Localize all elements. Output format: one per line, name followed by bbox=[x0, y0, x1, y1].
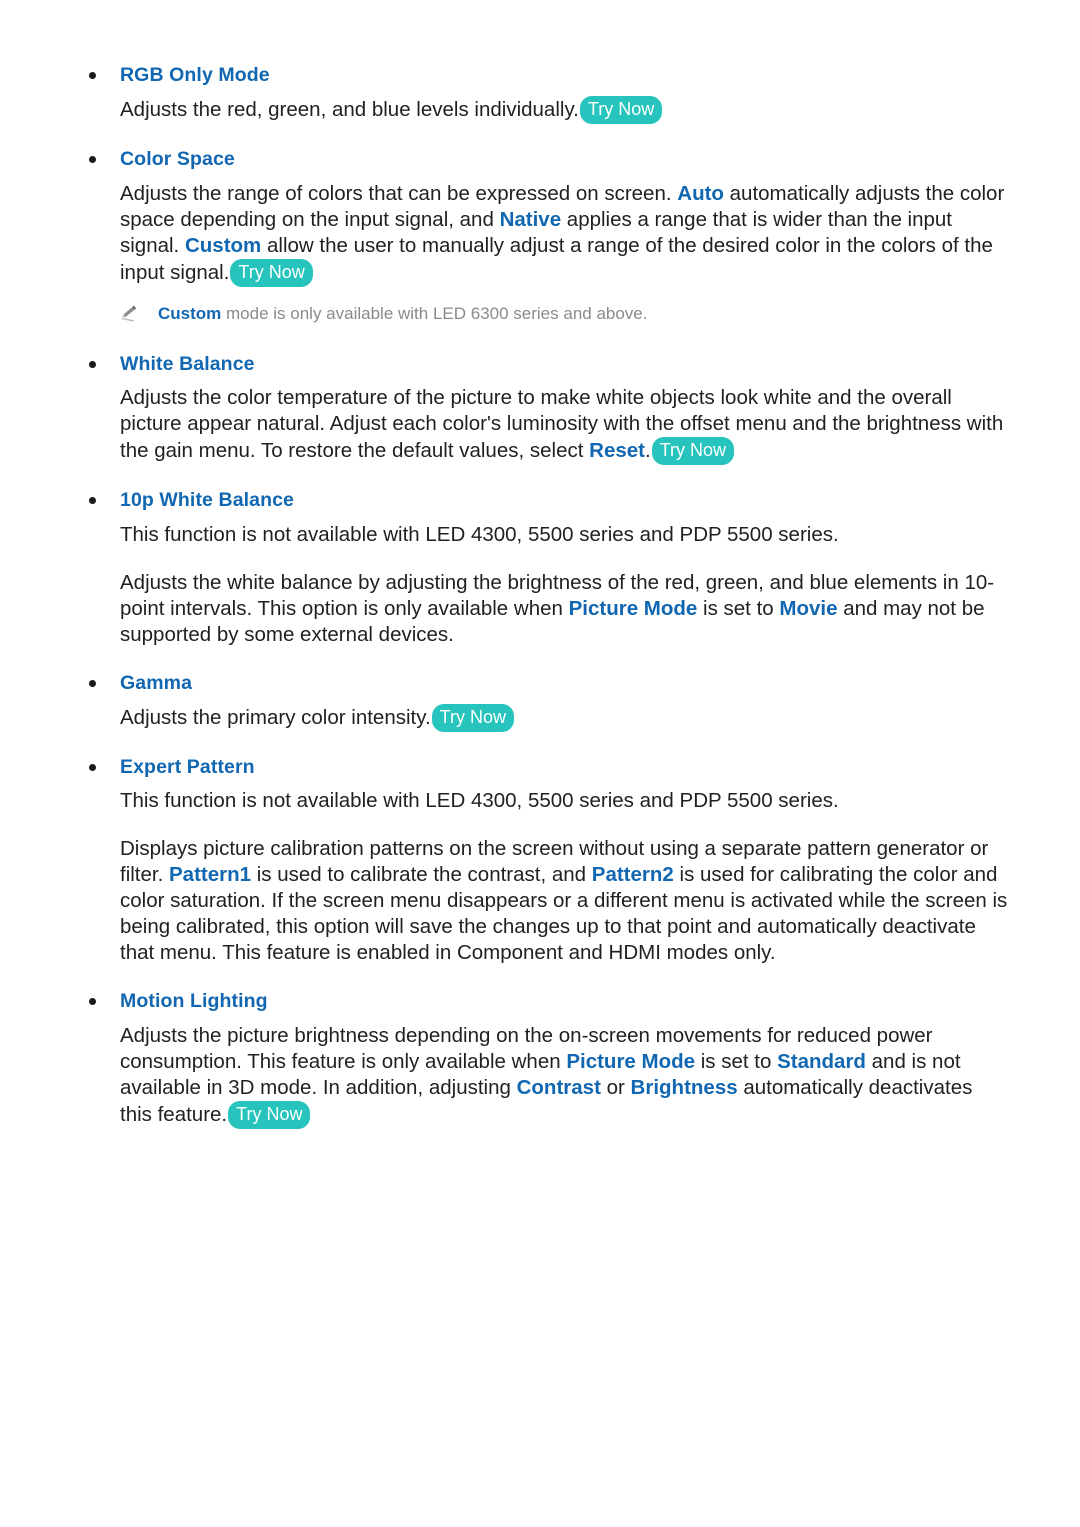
term-pattern2: Pattern2 bbox=[591, 863, 674, 887]
heading-gamma: Gamma bbox=[80, 670, 1008, 696]
try-now-badge[interactable]: Try Now bbox=[431, 703, 514, 732]
heading-text: 10p White Balance bbox=[120, 489, 295, 512]
paragraph-text-part: is set to bbox=[703, 596, 774, 620]
bullet-dot-icon bbox=[89, 360, 96, 368]
paragraph-text: Adjusts the red, green, and blue levels … bbox=[120, 98, 579, 122]
heading-text: Expert Pattern bbox=[120, 755, 255, 778]
heading-color-space: Color Space bbox=[80, 146, 1008, 172]
bullet-dot-icon bbox=[89, 156, 96, 164]
paragraph-text: Adjusts the primary color intensity. bbox=[120, 705, 431, 729]
bullet-dot-icon bbox=[89, 998, 96, 1006]
heading-expert-pattern: Expert Pattern bbox=[80, 754, 1008, 780]
paragraph-white-balance: Adjusts the color temperature of the pic… bbox=[80, 385, 1008, 466]
term-auto: Auto bbox=[677, 181, 724, 205]
heading-text: White Balance bbox=[120, 352, 255, 375]
bullet-dot-icon bbox=[89, 763, 96, 771]
heading-motion-lighting: Motion Lighting bbox=[80, 988, 1008, 1014]
section-rgb-only-mode: RGB Only Mode Adjusts the red, green, an… bbox=[80, 62, 1008, 125]
section-color-space: Color Space Adjusts the range of colors … bbox=[80, 146, 1008, 325]
term-brightness: Brightness bbox=[630, 1075, 738, 1099]
paragraph-rgb-only-mode: Adjusts the red, green, and blue levels … bbox=[80, 96, 1008, 125]
paragraph-text-part: is used to calibrate the contrast, and bbox=[256, 863, 587, 887]
pencil-icon bbox=[121, 305, 137, 322]
paragraph-text-part: Adjusts the color temperature of the pic… bbox=[120, 386, 1004, 463]
try-now-badge[interactable]: Try Now bbox=[579, 96, 663, 125]
heading-10p-white-balance: 10p White Balance bbox=[80, 487, 1008, 513]
note-color-space: Custom mode is only available with LED 6… bbox=[80, 303, 1008, 325]
paragraph-color-space: Adjusts the range of colors that can be … bbox=[80, 181, 1008, 287]
heading-text: Gamma bbox=[120, 671, 193, 694]
term-standard: Standard bbox=[777, 1049, 866, 1073]
term-native: Native bbox=[499, 207, 562, 231]
heading-text: Color Space bbox=[120, 148, 235, 171]
term-picture-mode: Picture Mode bbox=[568, 596, 698, 620]
paragraph-motion-lighting: Adjusts the picture brightness depending… bbox=[80, 1023, 1008, 1129]
term-movie: Movie bbox=[779, 596, 838, 620]
heading-rgb-only-mode: RGB Only Mode bbox=[80, 62, 1008, 88]
note-text: mode is only available with LED 6300 ser… bbox=[226, 303, 648, 323]
manual-page: RGB Only Mode Adjusts the red, green, an… bbox=[0, 0, 1080, 1527]
paragraph-text-part: . bbox=[644, 439, 651, 463]
term-picture-mode: Picture Mode bbox=[566, 1049, 696, 1073]
section-white-balance: White Balance Adjusts the color temperat… bbox=[80, 351, 1008, 466]
heading-white-balance: White Balance bbox=[80, 351, 1008, 377]
try-now-badge[interactable]: Try Now bbox=[230, 258, 313, 287]
section-motion-lighting: Motion Lighting Adjusts the picture brig… bbox=[80, 988, 1008, 1129]
term-contrast: Contrast bbox=[516, 1075, 601, 1099]
heading-text: Motion Lighting bbox=[120, 990, 268, 1013]
try-now-badge[interactable]: Try Now bbox=[228, 1100, 311, 1129]
paragraph-gamma: Adjusts the primary color intensity. Try … bbox=[80, 703, 1008, 732]
bullet-dot-icon bbox=[89, 72, 96, 79]
bullet-dot-icon bbox=[89, 497, 96, 505]
term-custom: Custom bbox=[184, 233, 262, 257]
paragraph-10p-availability: This function is not available with LED … bbox=[120, 522, 839, 546]
note-term-custom: Custom bbox=[158, 303, 222, 323]
heading-text: RGB Only Mode bbox=[120, 64, 270, 86]
term-pattern1: Pattern1 bbox=[169, 863, 252, 887]
bullet-dot-icon bbox=[89, 679, 96, 687]
section-10p-white-balance: 10p White Balance This function is not a… bbox=[80, 487, 1008, 647]
try-now-badge[interactable]: Try Now bbox=[651, 437, 735, 466]
paragraph-expert-pattern: Displays picture calibration patterns on… bbox=[80, 836, 1008, 966]
paragraph-text-part: is set to bbox=[700, 1049, 772, 1073]
term-reset: Reset bbox=[589, 439, 645, 463]
section-gamma: Gamma Adjusts the primary color intensit… bbox=[80, 670, 1008, 732]
paragraph-text-part: or bbox=[606, 1075, 625, 1099]
paragraph-10p-white-balance: Adjusts the white balance by adjusting t… bbox=[80, 570, 1008, 648]
paragraph-text-part: Adjusts the range of colors that can be … bbox=[120, 181, 672, 205]
section-expert-pattern: Expert Pattern This function is not avai… bbox=[80, 754, 1008, 967]
paragraph-expert-availability: This function is not available with LED … bbox=[120, 789, 839, 813]
